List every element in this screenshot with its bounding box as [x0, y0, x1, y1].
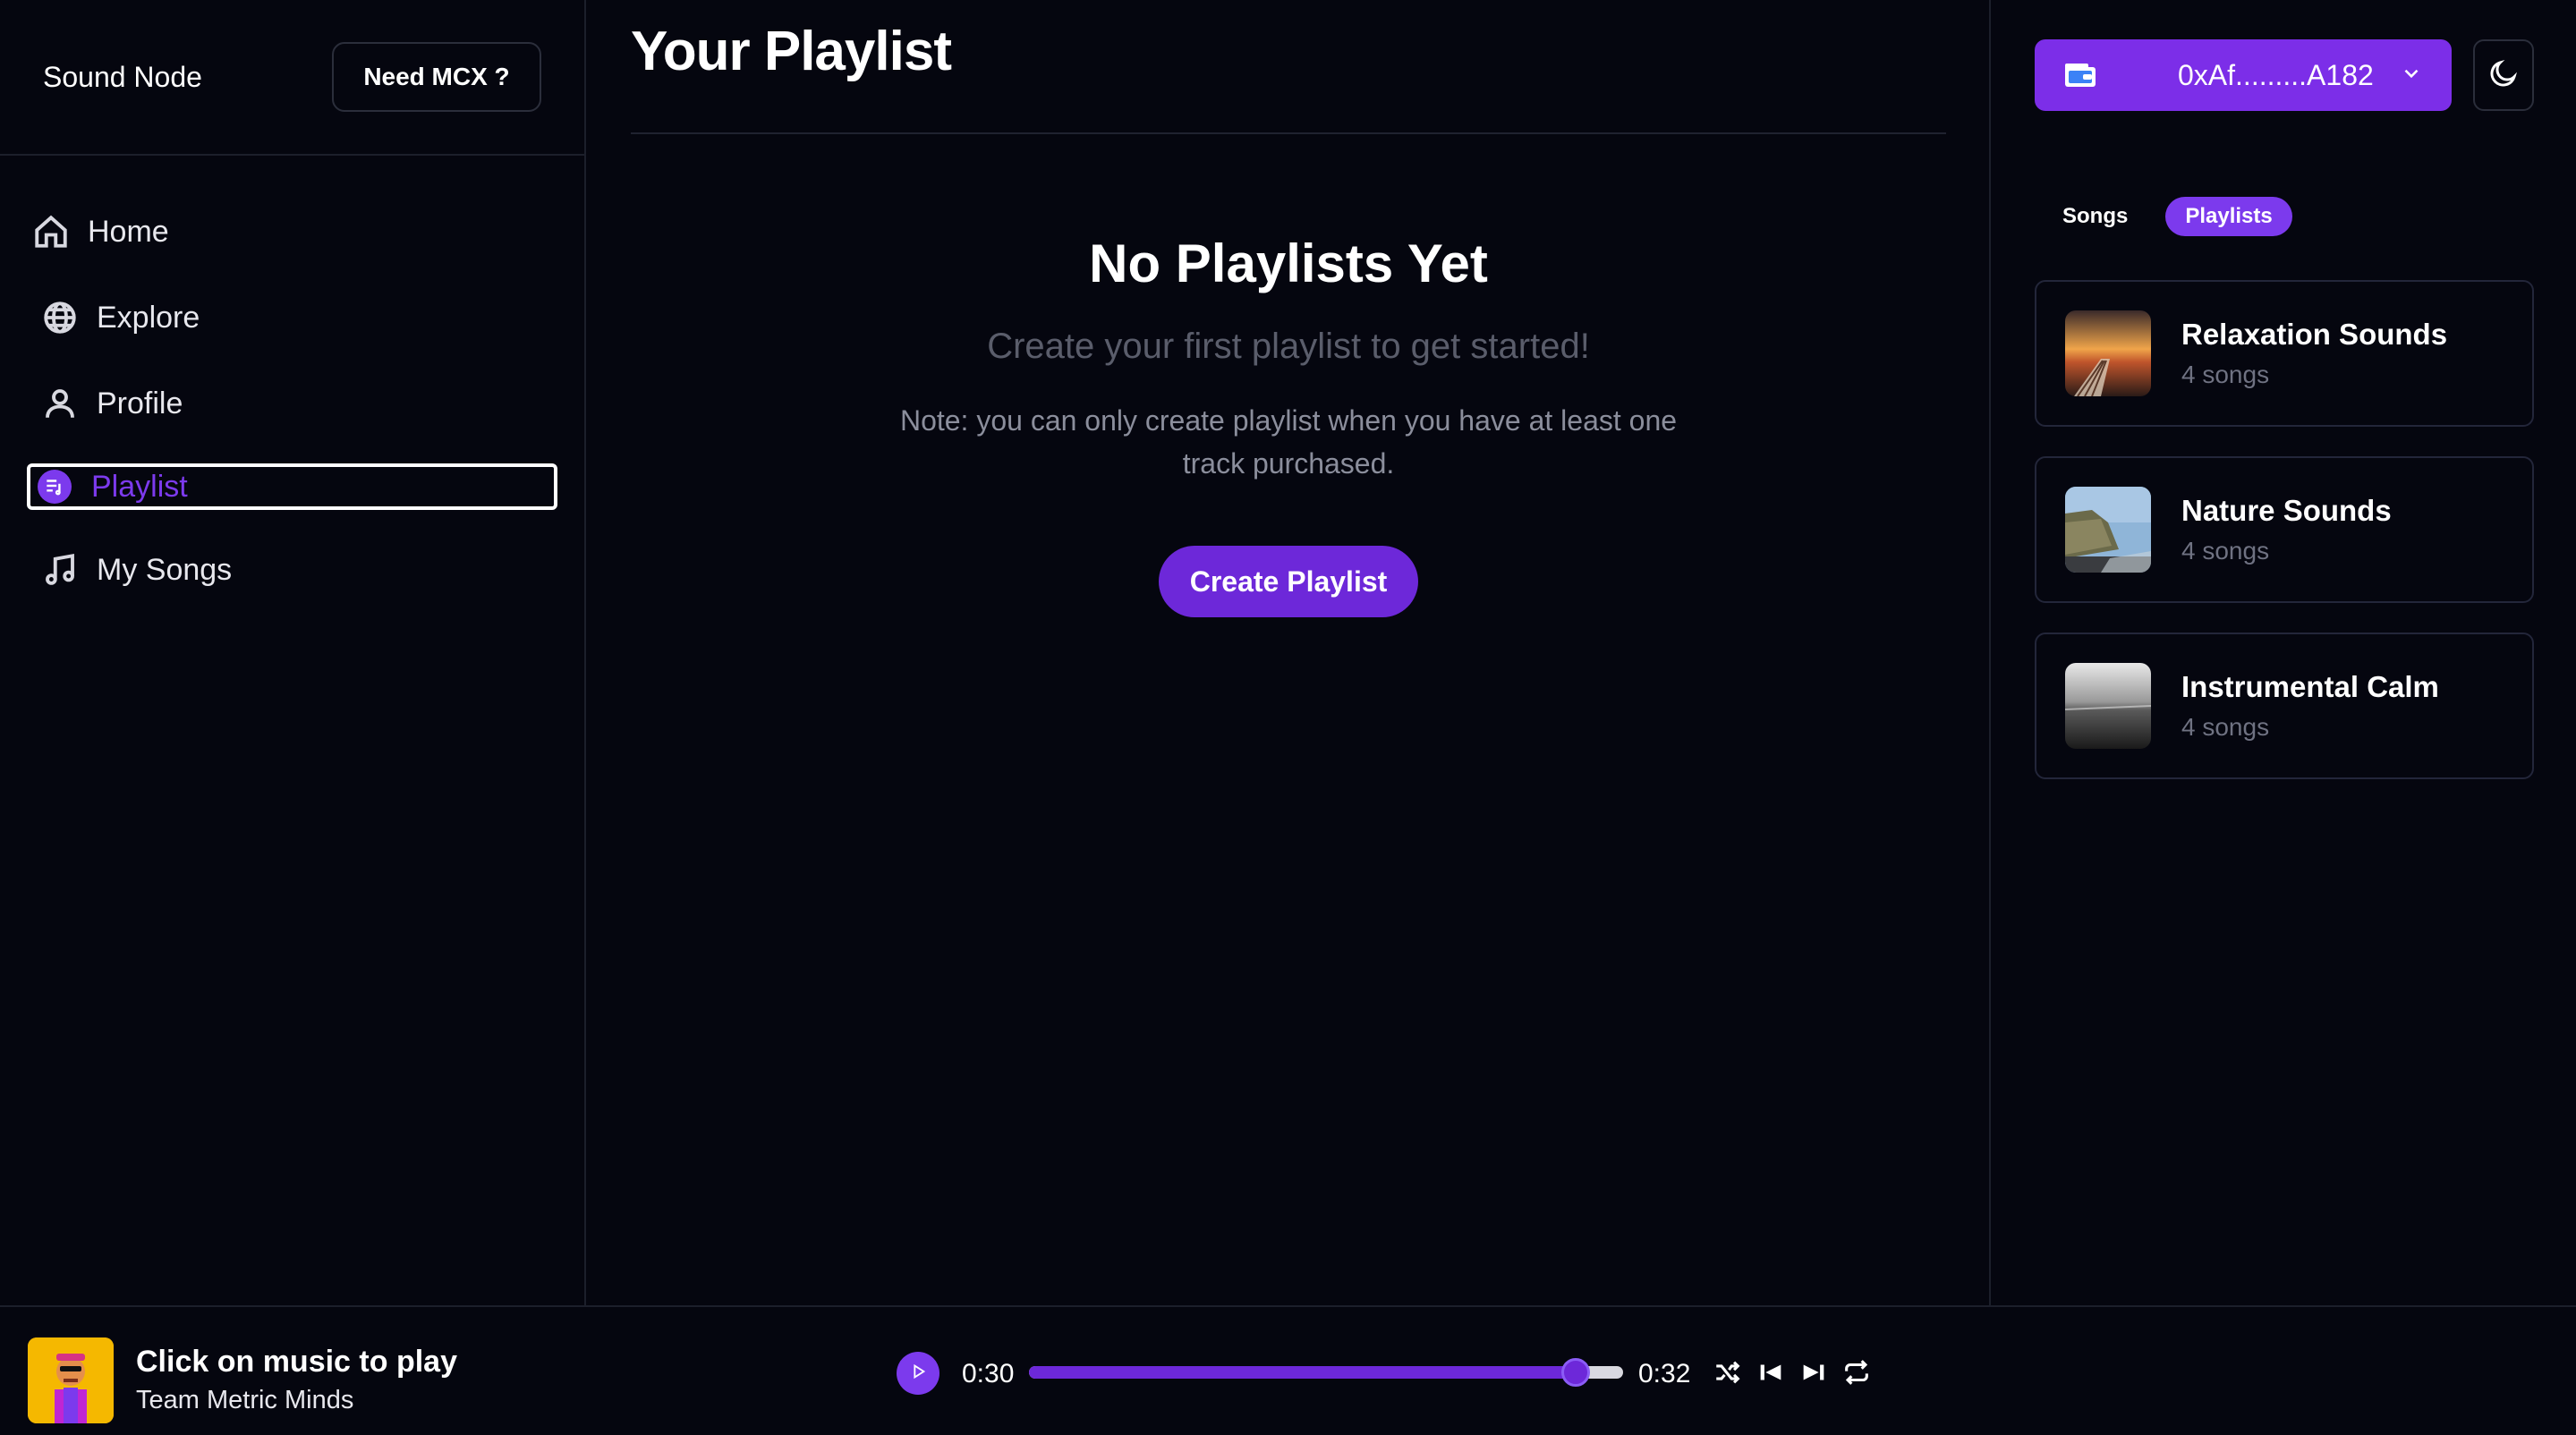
empty-subtitle: Create your first playlist to get starte…: [987, 327, 1590, 366]
sidebar: Sound Node Need MCX ? Home Explore Profi…: [0, 0, 586, 1305]
playlist-count: 4 songs: [2181, 713, 2270, 741]
music-player: Click on music to play Team Metric Minds…: [0, 1305, 2576, 1435]
skip-forward-icon: [1798, 1364, 1829, 1391]
sidebar-item-label: Playlist: [91, 469, 188, 504]
now-playing-title: Click on music to play: [136, 1345, 457, 1379]
end-time: 0:32: [1638, 1359, 1691, 1388]
playlist-title: Relaxation Sounds: [2181, 318, 2448, 351]
play-button[interactable]: [897, 1352, 939, 1395]
theme-toggle-button[interactable]: [2473, 39, 2534, 111]
sidebar-item-profile[interactable]: Profile: [27, 378, 557, 429]
repeat-icon: [1841, 1360, 1872, 1391]
wallet-address: 0xAf.........A182: [2178, 58, 2374, 91]
wallet-icon: [2063, 62, 2097, 89]
playlist-card[interactable]: Instrumental Calm 4 songs: [2035, 633, 2534, 779]
progress-slider[interactable]: [1029, 1358, 1623, 1387]
empty-heading: No Playlists Yet: [1089, 234, 1488, 293]
current-time: 0:30: [962, 1359, 1015, 1388]
repeat-button[interactable]: [1841, 1357, 1872, 1388]
sidebar-item-playlist[interactable]: Playlist: [27, 463, 557, 510]
library-tabs: Songs Playlists: [2043, 197, 2292, 236]
user-icon: [39, 383, 81, 424]
playlist-card[interactable]: Nature Sounds 4 songs: [2035, 456, 2534, 603]
main-header: Your Playlist: [631, 0, 1946, 134]
main-content: Your Playlist No Playlists Yet Create yo…: [588, 0, 1991, 1305]
play-icon: [908, 1362, 928, 1386]
music-note-icon: [39, 549, 81, 590]
tab-songs[interactable]: Songs: [2043, 197, 2147, 236]
playlist-list: Relaxation Sounds 4 songs Nature Sounds …: [2035, 280, 2534, 809]
sidebar-item-label: Profile: [97, 386, 183, 420]
now-playing-cover: [28, 1337, 114, 1423]
globe-icon: [39, 297, 81, 338]
shuffle-button[interactable]: [1713, 1357, 1743, 1388]
app-brand[interactable]: Sound Node: [43, 61, 202, 94]
sidebar-item-label: Explore: [97, 300, 200, 335]
empty-note: Note: you can only create playlist when …: [899, 404, 1678, 480]
sidebar-item-home[interactable]: Home: [27, 206, 557, 258]
previous-button[interactable]: [1756, 1357, 1786, 1388]
home-icon: [30, 211, 72, 252]
playlist-title: Nature Sounds: [2181, 494, 2392, 527]
sidebar-item-explore[interactable]: Explore: [27, 292, 557, 344]
create-playlist-button[interactable]: Create Playlist: [1159, 546, 1418, 617]
next-button[interactable]: [1798, 1357, 1829, 1388]
wallet-button[interactable]: 0xAf.........A182: [2035, 39, 2452, 111]
playlist-thumbnail: [2065, 310, 2151, 396]
progress-fill: [1029, 1366, 1576, 1379]
need-mcx-button[interactable]: Need MCX ?: [332, 42, 541, 112]
playlist-icon: [34, 466, 75, 507]
brand-bar: Sound Node Need MCX ?: [0, 0, 584, 156]
shuffle-icon: [1713, 1361, 1743, 1391]
playlist-thumbnail: [2065, 663, 2151, 749]
sidebar-item-my-songs[interactable]: My Songs: [27, 544, 557, 596]
sidebar-item-label: My Songs: [97, 552, 233, 587]
playlist-count: 4 songs: [2181, 361, 2270, 388]
playlist-count: 4 songs: [2181, 537, 2270, 565]
playlist-title: Instrumental Calm: [2181, 670, 2439, 703]
playlist-card[interactable]: Relaxation Sounds 4 songs: [2035, 280, 2534, 427]
tab-playlists[interactable]: Playlists: [2165, 197, 2292, 236]
progress-handle[interactable]: [1560, 1358, 1590, 1387]
playlist-thumbnail: [2065, 487, 2151, 573]
now-playing-artist: Team Metric Minds: [136, 1386, 354, 1414]
right-panel: 0xAf.........A182 Songs Playlists Relaxa…: [1993, 0, 2576, 1305]
chevron-down-icon: [2400, 59, 2423, 92]
sidebar-item-label: Home: [88, 214, 169, 249]
skip-back-icon: [1756, 1364, 1786, 1391]
page-title: Your Playlist: [631, 20, 952, 82]
main-nav: Home Explore Profile Playlist My Songs: [0, 156, 584, 596]
moon-icon: [2487, 57, 2520, 94]
empty-state: No Playlists Yet Create your first playl…: [588, 233, 1989, 617]
